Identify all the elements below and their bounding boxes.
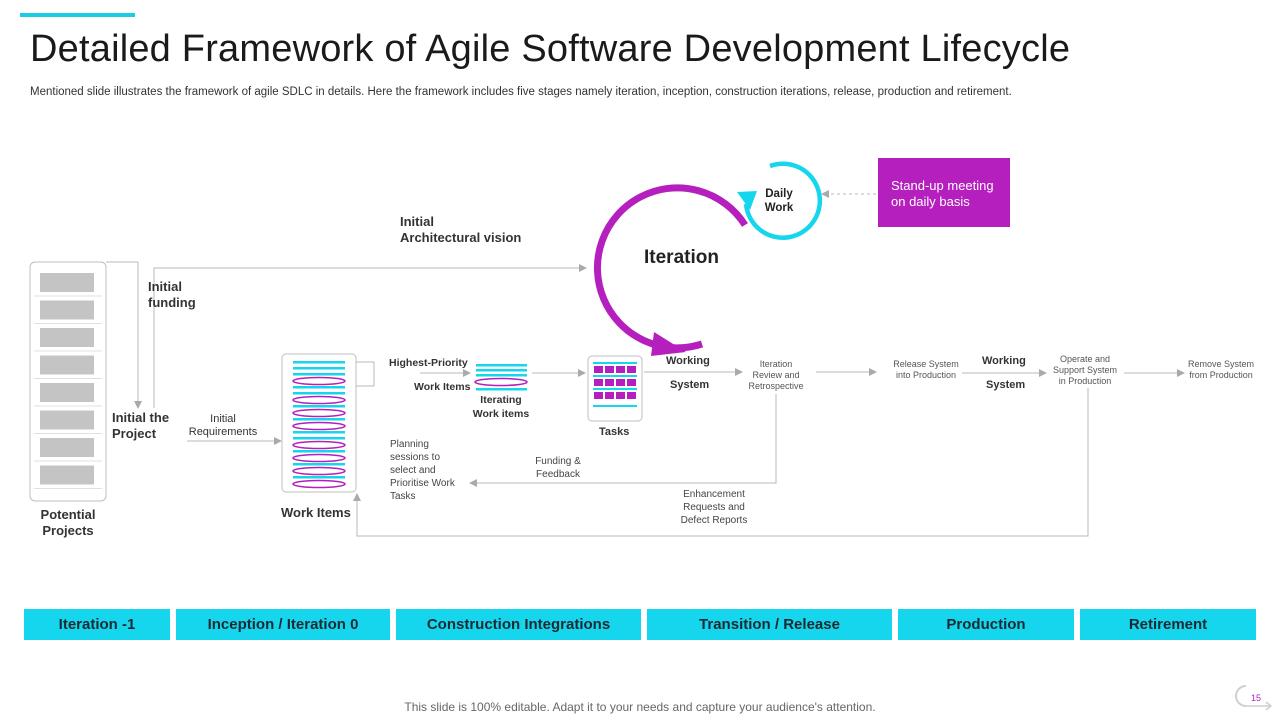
tasks-label: Tasks <box>599 426 630 438</box>
working-system-label-1b: System <box>670 379 710 391</box>
highest-priority-bracket <box>356 361 375 387</box>
iterating-work-items-icon <box>474 364 528 391</box>
phase-retirement: Retirement <box>1080 609 1256 640</box>
remove-system-label: Remove System from Production <box>1187 359 1255 380</box>
operate-support-label: Operate and Support System in Production <box>1052 354 1118 386</box>
initial-funding-label: Initial funding <box>148 279 196 310</box>
highest-priority-label: Highest-Priority <box>389 357 468 369</box>
release-system-label: Release System into Production <box>893 359 959 380</box>
working-system-label-2b: System <box>986 379 1026 391</box>
work-items-stack <box>281 353 357 493</box>
enhancement-requests-label: Enhancement Requests and Defect Reports <box>680 489 748 526</box>
page-number: 15 <box>1250 693 1261 703</box>
potential-projects-stack <box>29 261 107 502</box>
iterating-work-items-label: Iterating Work items <box>472 394 530 420</box>
phase-iteration-minus-1: Iteration -1 <box>24 609 170 640</box>
phase-construction: Construction Integrations <box>396 609 641 640</box>
daily-work-label: Daily Work <box>764 188 794 214</box>
working-system-label-2: Working <box>982 355 1026 367</box>
work-items-small-label: Work Items <box>414 381 471 393</box>
initial-requirements-label: Initial Requirements <box>188 413 258 438</box>
planning-sessions-label: Planning sessions to select and Prioriti… <box>390 439 455 502</box>
iteration-review-label: Iteration Review and Retrospective <box>748 359 804 391</box>
phase-transition-release: Transition / Release <box>647 609 892 640</box>
initial-project-connector <box>106 261 142 409</box>
working-system-label-1: Working <box>666 355 710 367</box>
phase-inception: Inception / Iteration 0 <box>176 609 390 640</box>
architectural-vision-label: Initial Architectural vision <box>400 214 522 245</box>
iteration-title: Iteration <box>644 247 719 268</box>
footer-note: This slide is 100% editable. Adapt it to… <box>404 700 876 714</box>
potential-projects-label: Potential Projects <box>40 507 96 538</box>
stand-up-meeting-box: Stand-up meeting on daily basis <box>878 158 1010 227</box>
architectural-vision-connector <box>153 264 587 408</box>
initial-project-label: Initial the Project <box>112 410 170 441</box>
funding-feedback-label: Funding & Feedback <box>535 456 581 480</box>
phase-production: Production <box>898 609 1074 640</box>
work-items-label: Work Items <box>281 505 351 520</box>
tasks-board <box>587 355 643 422</box>
